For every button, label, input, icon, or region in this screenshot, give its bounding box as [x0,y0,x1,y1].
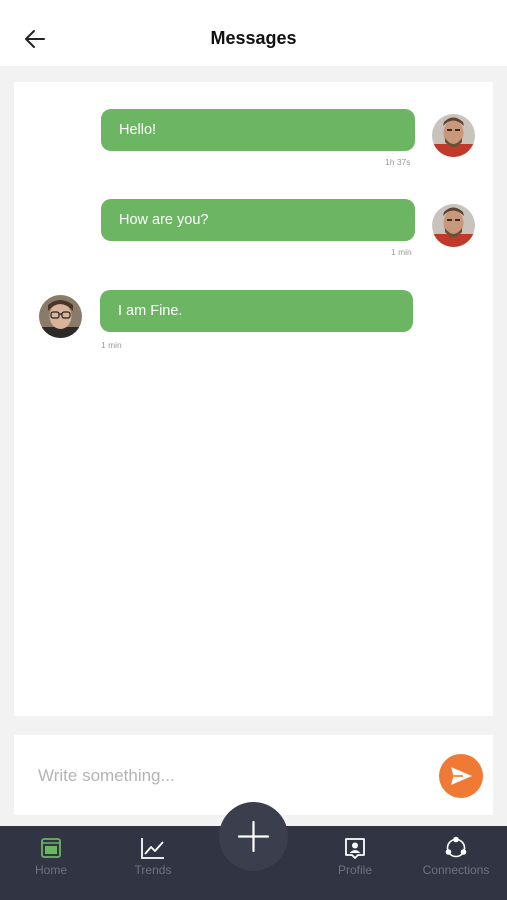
tab-label: Home [34,863,67,877]
send-icon [451,767,472,785]
connections-icon [445,836,467,858]
tab-label: Trends [134,863,172,877]
tab-label: Connections [422,863,490,877]
message-text: I am Fine. [118,303,183,319]
message-time: 1 min [391,247,412,257]
tab-profile[interactable]: Profile [320,826,390,900]
app-header: Messages [0,0,507,66]
plus-icon [237,820,270,853]
message-bubble[interactable]: How are you? [101,199,415,241]
avatar[interactable] [39,295,82,338]
trends-icon [141,838,164,859]
avatar[interactable] [432,204,475,247]
message-time: 1 min [101,340,122,350]
message-text: How are you? [119,212,209,228]
message-time: 1h 37s [385,157,411,167]
home-icon [41,838,61,858]
message-input[interactable] [38,763,418,789]
add-button[interactable] [219,802,288,871]
page-title: Messages [210,28,297,48]
profile-icon [345,838,365,859]
message-bubble[interactable]: Hello! [101,109,415,151]
tab-home[interactable]: Home [18,826,84,900]
tab-label: Profile [337,863,372,877]
message-text: Hello! [119,122,157,138]
tab-connections[interactable]: Connections [412,826,500,900]
avatar[interactable] [432,114,475,157]
tab-trends[interactable]: Trends [118,826,188,900]
send-button[interactable] [439,754,483,798]
message-list[interactable]: Hello! 1h 37s How are you? 1 min I am Fi… [14,82,493,716]
message-bubble[interactable]: I am Fine. [100,290,413,332]
